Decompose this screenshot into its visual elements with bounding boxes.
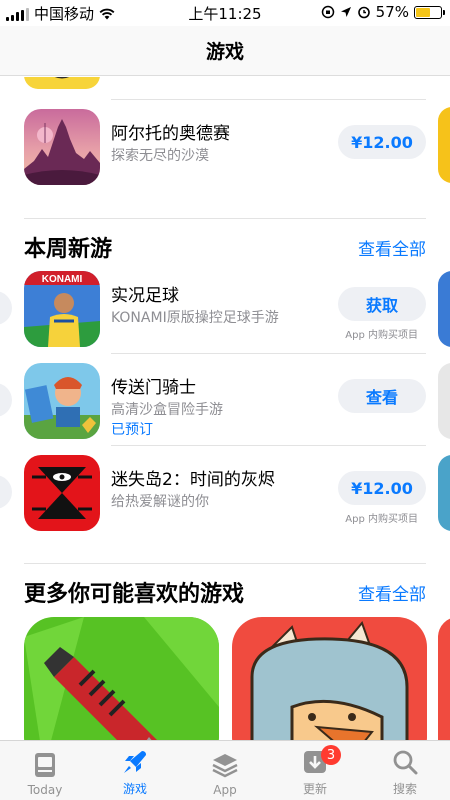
lost-island-2-icon xyxy=(24,455,100,531)
tab-today[interactable]: Today xyxy=(0,741,90,800)
get-button[interactable]: 获取 xyxy=(338,287,426,321)
partial-app-icon[interactable] xyxy=(24,77,100,89)
tab-bar: Today 游戏 App 3 更新 搜索 xyxy=(0,740,450,800)
tab-label: App xyxy=(213,783,237,797)
tab-search[interactable]: 搜索 xyxy=(360,741,450,800)
see-all-more-games-link[interactable]: 查看全部 xyxy=(358,580,426,605)
app-row-lost-island-2[interactable]: 迷失岛2：时间的灰烬 给热爱解谜的你 ¥12.00 App 内购买项目 xyxy=(24,447,426,537)
app-row-portal-knights[interactable]: 传送门骑士 高清沙盒冒险手游 已预订 查看 xyxy=(24,355,426,445)
altos-odyssey-icon xyxy=(24,109,100,185)
app-subtitle: KONAMI原版操控足球手游 xyxy=(111,310,279,326)
next-app-peek[interactable] xyxy=(438,271,450,347)
app-name: 实况足球 xyxy=(111,286,179,306)
app-row-pes[interactable]: KONAMI 实况足球 KONAMI原版操控足球手游 获取 App 内购买项目 xyxy=(24,263,426,353)
battery-percent: 57% xyxy=(375,3,409,21)
tab-updates[interactable]: 3 更新 xyxy=(270,741,360,800)
preordered-tag: 已预订 xyxy=(111,422,153,438)
game-card-ninja[interactable] xyxy=(24,617,219,740)
game-card-viking[interactable] xyxy=(232,617,427,740)
app-subtitle: 高清沙盒冒险手游 xyxy=(111,402,223,418)
search-icon xyxy=(393,750,418,775)
pes-icon: KONAMI xyxy=(24,271,100,347)
in-app-purchase-note: App 内购买项目 xyxy=(345,514,418,525)
layers-icon xyxy=(212,754,238,778)
navigation-bar: 游戏 xyxy=(0,26,450,76)
portal-knights-icon xyxy=(24,363,100,439)
battery-icon xyxy=(414,5,445,19)
next-card-peek[interactable] xyxy=(438,617,450,740)
orientation-lock-icon xyxy=(321,5,334,19)
rocket-icon xyxy=(124,751,146,773)
app-name: 传送门骑士 xyxy=(111,378,196,398)
previous-button-peek[interactable] xyxy=(0,291,12,325)
tab-apps[interactable]: App xyxy=(180,741,270,800)
status-bar: 中国移动 上午11:25 57% xyxy=(0,0,450,26)
previous-button-peek[interactable] xyxy=(0,383,12,417)
view-button[interactable]: 查看 xyxy=(338,379,426,413)
tab-label: 更新 xyxy=(302,782,327,796)
today-icon xyxy=(35,753,55,777)
alarm-icon xyxy=(357,6,370,19)
app-row-altos-odyssey[interactable]: 阿尔托的奥德赛 探索无尽的沙漠 ¥12.00 xyxy=(24,101,426,191)
section-divider xyxy=(24,218,426,219)
price-button[interactable]: ¥12.00 xyxy=(338,471,426,505)
app-subtitle: 给热爱解谜的你 xyxy=(111,494,209,510)
location-icon xyxy=(340,7,351,17)
row-divider xyxy=(111,99,426,100)
games-feed[interactable]: 阿尔托的奥德赛 探索无尽的沙漠 ¥12.00 本周新游 查看全部 KONAMI xyxy=(0,77,450,740)
section-title-new-games: 本周新游 xyxy=(24,237,113,262)
price-button[interactable]: ¥12.00 xyxy=(338,125,426,159)
konami-logo-text: KONAMI xyxy=(42,274,83,285)
tab-label: 搜索 xyxy=(392,782,417,796)
tab-games[interactable]: 游戏 xyxy=(90,741,180,800)
in-app-purchase-note: App 内购买项目 xyxy=(345,330,418,341)
next-app-peek[interactable] xyxy=(438,107,450,183)
row-divider xyxy=(111,353,426,354)
updates-badge: 3 xyxy=(321,745,341,765)
app-subtitle: 探索无尽的沙漠 xyxy=(111,148,209,164)
app-name: 迷失岛2：时间的灰烬 xyxy=(111,470,275,490)
next-app-peek[interactable] xyxy=(438,455,450,531)
app-store-screen: 中国移动 上午11:25 57% 游戏 阿尔托的奥德赛 探索无尽的沙漠 ¥12.… xyxy=(0,0,450,800)
tab-label: 游戏 xyxy=(122,782,147,796)
section-divider xyxy=(24,563,426,564)
section-title-more-games: 更多你可能喜欢的游戏 xyxy=(24,582,245,607)
tab-label: Today xyxy=(27,783,63,797)
app-name: 阿尔托的奥德赛 xyxy=(111,124,230,144)
next-app-peek[interactable] xyxy=(438,363,450,439)
see-all-new-games-link[interactable]: 查看全部 xyxy=(358,235,426,260)
page-title: 游戏 xyxy=(205,41,244,63)
row-divider xyxy=(111,445,426,446)
previous-button-peek[interactable] xyxy=(0,475,12,509)
